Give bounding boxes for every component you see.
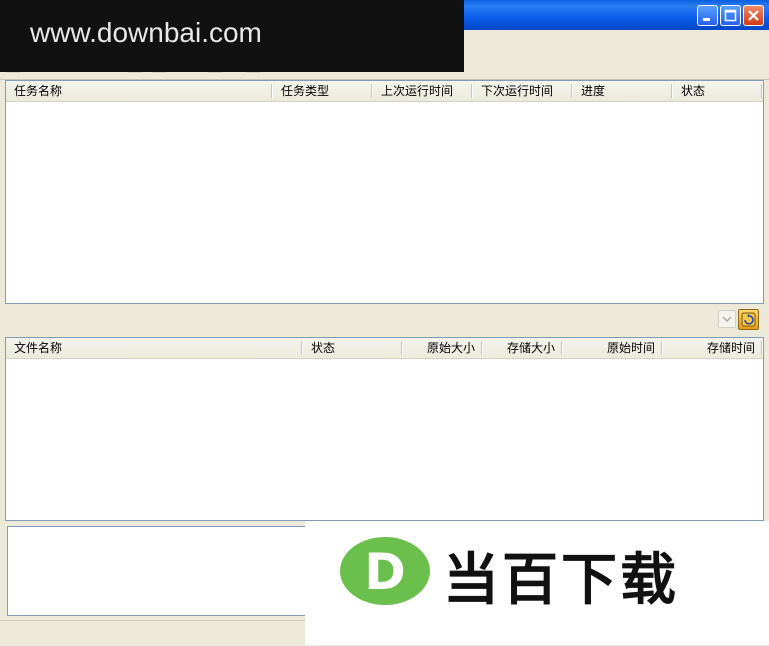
column-header-stored-time[interactable]: 存储时间 [663,338,763,358]
column-header-file-status[interactable]: 状态 [303,338,403,358]
file-list-header: 文件名称 状态 原始大小 存储大小 原始时间 存储时间 [6,338,763,359]
file-filter-bar [5,306,764,334]
log-output[interactable] [7,526,307,616]
logo-letter: D [364,543,406,601]
watermark-url: www.downbai.com [30,17,262,48]
column-header-file-name[interactable]: 文件名称 [6,338,303,358]
downbai-logo-icon: D [340,537,430,605]
filter-dropdown[interactable] [718,310,736,328]
close-icon [748,10,759,21]
column-header-status[interactable]: 状态 [673,81,763,101]
column-header-original-size[interactable]: 原始大小 [403,338,483,358]
column-header-original-time[interactable]: 原始时间 [563,338,663,358]
file-list[interactable]: 文件名称 状态 原始大小 存储大小 原始时间 存储时间 [5,337,764,521]
minimize-button[interactable] [697,5,718,26]
minimize-icon [703,18,710,21]
chevron-down-icon [722,316,732,323]
app-window: 任务名称 任务类型 上次运行时间 下次运行时间 进度 状态 文件名称 状态 原始… [0,0,769,646]
column-header-task-type[interactable]: 任务类型 [273,81,373,101]
watermark-logo: D 当百下载 [305,521,769,645]
column-header-stored-size[interactable]: 存储大小 [483,338,563,358]
refresh-button[interactable] [738,309,759,330]
close-button[interactable] [743,5,764,26]
maximize-icon [724,9,737,22]
task-list-header: 任务名称 任务类型 上次运行时间 下次运行时间 进度 状态 [6,81,763,102]
maximize-button[interactable] [720,5,741,26]
column-header-task-name[interactable]: 任务名称 [6,81,273,101]
task-list[interactable]: 任务名称 任务类型 上次运行时间 下次运行时间 进度 状态 [5,80,764,304]
column-header-next-run[interactable]: 下次运行时间 [473,81,573,101]
watermark-logo-text: 当百下载 [443,548,679,613]
refresh-icon [741,312,756,327]
watermark-banner: www.downbai.com [0,0,464,72]
column-header-progress[interactable]: 进度 [573,81,673,101]
column-header-last-run[interactable]: 上次运行时间 [373,81,473,101]
